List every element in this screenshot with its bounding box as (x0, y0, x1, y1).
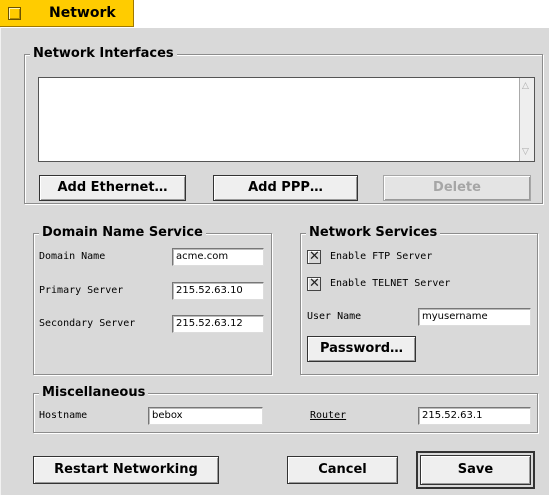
hostname-field[interactable]: bebox (148, 407, 263, 425)
network-services-legend: Network Services (306, 225, 441, 241)
scroll-down-arrow-icon[interactable]: ▽ (522, 147, 529, 157)
ftp-server-checkbox[interactable]: ✕ (307, 249, 321, 264)
network-interfaces-list[interactable]: △ ▽ (38, 77, 535, 162)
cancel-button[interactable]: Cancel (287, 456, 398, 484)
domain-name-label: Domain Name (39, 251, 106, 262)
secondary-server-field[interactable]: 215.52.63.12 (172, 315, 264, 333)
router-label[interactable]: Router (310, 410, 346, 421)
network-interfaces-legend: Network Interfaces (30, 46, 177, 62)
primary-server-field[interactable]: 215.52.63.10 (172, 282, 264, 300)
scroll-up-arrow-icon[interactable]: △ (522, 81, 529, 91)
add-ppp-button[interactable]: Add PPP… (213, 175, 358, 201)
hostname-label: Hostname (39, 410, 88, 421)
restart-networking-button[interactable]: Restart Networking (33, 456, 219, 484)
domain-name-field[interactable]: acme.com (172, 248, 264, 266)
checkmark-x-icon: ✕ (309, 276, 320, 291)
window-close-box-icon[interactable] (8, 7, 21, 20)
window-tab[interactable]: Network (0, 0, 134, 27)
window-title: Network (49, 5, 116, 21)
domain-name-service-legend: Domain Name Service (39, 225, 206, 241)
router-field[interactable]: 215.52.63.1 (418, 407, 531, 425)
primary-server-label: Primary Server (39, 285, 124, 296)
secondary-server-label: Secondary Server (39, 318, 136, 329)
save-button[interactable]: Save (416, 451, 535, 489)
delete-button[interactable]: Delete (383, 175, 531, 201)
telnet-server-checkbox[interactable]: ✕ (307, 276, 321, 291)
user-name-label: User Name (307, 311, 362, 322)
user-name-field[interactable]: myusername (418, 308, 531, 326)
interfaces-scrollbar[interactable]: △ ▽ (519, 78, 534, 161)
telnet-server-label[interactable]: Enable TELNET Server (330, 278, 450, 289)
checkmark-x-icon: ✕ (309, 249, 320, 264)
add-ethernet-button[interactable]: Add Ethernet… (39, 175, 186, 201)
ftp-server-label[interactable]: Enable FTP Server (330, 251, 432, 262)
password-button[interactable]: Password… (307, 336, 416, 362)
miscellaneous-legend: Miscellaneous (39, 385, 149, 401)
